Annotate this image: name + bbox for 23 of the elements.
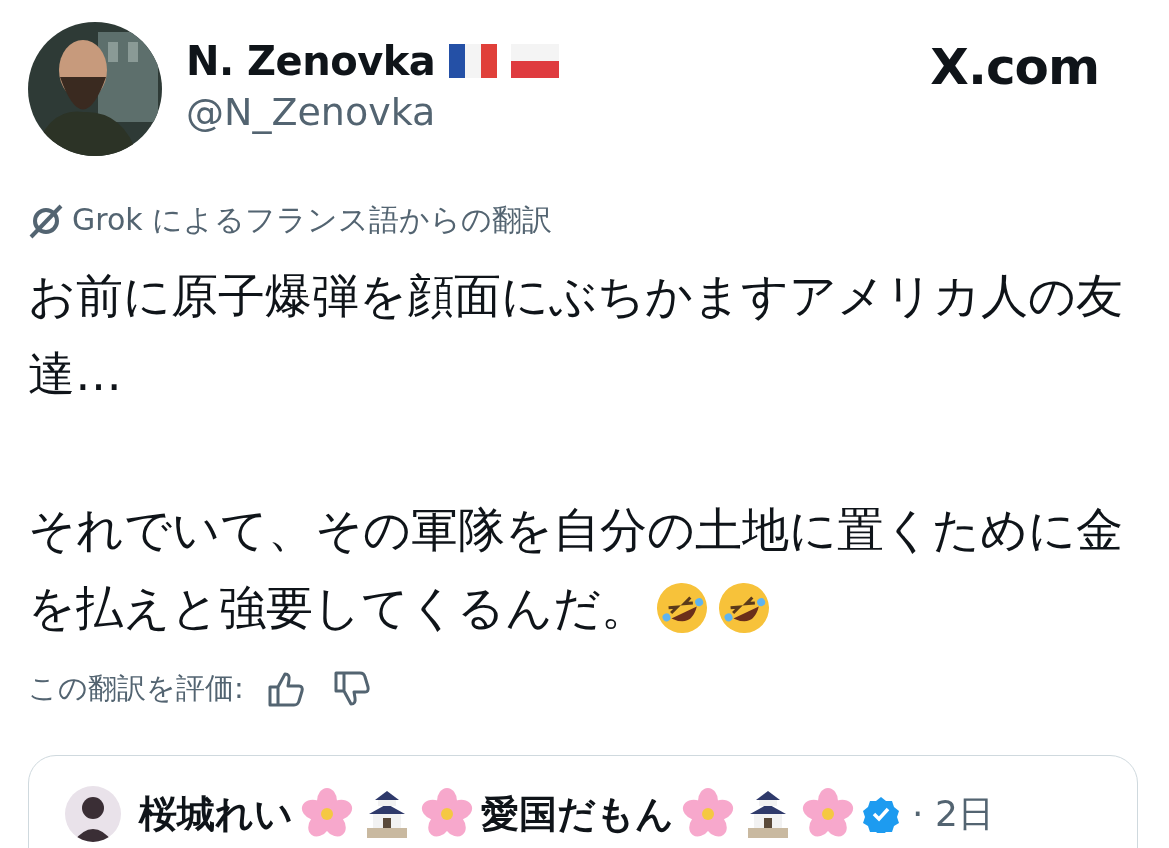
author-handle[interactable]: @N_Zenovka: [186, 90, 907, 134]
post-time: · 2日: [912, 791, 994, 836]
rating-label: この翻訳を評価:: [28, 670, 244, 707]
quoted-author-name[interactable]: 桜城れい: [139, 788, 293, 840]
blossom-icon: [682, 788, 734, 840]
avatar-icon: [65, 786, 121, 842]
laughing-face-icon: [716, 580, 772, 636]
blossom-icon: [301, 788, 353, 840]
post-text: お前に原子爆弾を顔面にぶちかますアメリカ人の友: [28, 267, 1123, 325]
post-text: を払えと強要してくるんだ。: [28, 579, 648, 637]
quoted-author-name[interactable]: 愛国だもん: [481, 788, 674, 840]
flag-icon: [449, 44, 498, 78]
site-logo: X.com: [930, 38, 1099, 96]
laughing-face-icon: [654, 580, 710, 636]
translation-note: Grok によるフランス語からの翻訳: [72, 201, 553, 239]
blossom-icon: [802, 788, 854, 840]
post-text: それでいて、その軍隊を自分の土地に置くために金: [28, 501, 1123, 559]
flag-icon: [511, 44, 560, 78]
post-text: 達…: [28, 345, 122, 403]
grok-icon: [28, 202, 64, 239]
quoted-post-card[interactable]: 桜城れい 愛国だもん · 2日: [28, 755, 1138, 848]
blossom-icon: [421, 788, 473, 840]
author-name[interactable]: N. Zenovka: [186, 38, 436, 84]
